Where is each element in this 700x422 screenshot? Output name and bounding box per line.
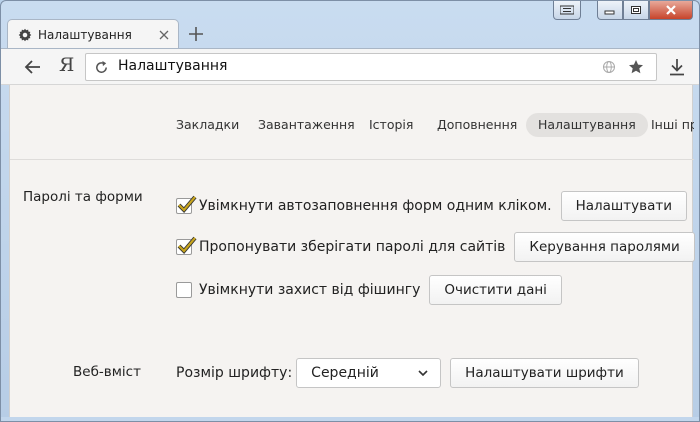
clear-data-button[interactable]: Очистити дані: [429, 275, 562, 305]
yandex-logo[interactable]: Я: [59, 54, 74, 76]
back-arrow-icon[interactable]: [23, 57, 43, 77]
font-size-value: Середній: [311, 365, 379, 381]
save-passwords-row: Пропонувати зберігати паролі для сайтів …: [176, 232, 695, 262]
settings-nav: Закладки Завантаження Історія Доповнення…: [10, 113, 694, 139]
font-size-label: Розмір шрифту:: [176, 365, 293, 381]
phishing-checkbox[interactable]: [176, 282, 192, 298]
font-size-select[interactable]: Середній: [296, 358, 442, 388]
nav-item-settings[interactable]: Налаштування: [526, 113, 648, 137]
nav-item-history[interactable]: Історія: [357, 113, 425, 137]
autofill-settings-button[interactable]: Налаштувати: [560, 191, 687, 221]
download-icon[interactable]: [667, 57, 687, 77]
section-heading-passwords: Паролі та форми: [23, 189, 143, 205]
maximize-icon: [631, 6, 641, 14]
window-bottom-edge: [1, 417, 699, 421]
save-passwords-checkbox[interactable]: [176, 236, 197, 255]
globe-icon[interactable]: [602, 60, 616, 74]
font-size-row: Розмір шрифту: Середній Налаштувати шриф…: [176, 358, 639, 388]
bookmark-star-icon[interactable]: [628, 59, 644, 75]
toolbar: Я Налаштування: [1, 48, 699, 85]
checkmark-icon: [177, 236, 197, 254]
tab-title: Налаштування: [38, 27, 132, 42]
gear-icon: [18, 28, 32, 41]
autofill-row: Увімкнути автозаповнення форм одним клік…: [176, 191, 687, 221]
chevron-down-icon: [418, 370, 428, 376]
nav-item-other[interactable]: Інші пр: [639, 113, 694, 137]
address-bar[interactable]: Налаштування: [85, 53, 657, 81]
nav-item-extensions[interactable]: Доповнення: [425, 113, 529, 137]
menu-icon: [560, 5, 574, 15]
nav-item-bookmarks[interactable]: Закладки: [164, 113, 251, 137]
close-window-button[interactable]: [649, 1, 693, 20]
checkmark-icon: [177, 195, 197, 213]
minimize-button[interactable]: [597, 1, 623, 20]
close-icon: [666, 5, 676, 15]
reload-icon[interactable]: [94, 60, 109, 75]
settings-page: Закладки Завантаження Історія Доповнення…: [9, 85, 695, 417]
tab-settings[interactable]: Налаштування: [7, 19, 179, 49]
window-caption-buttons: [553, 1, 693, 21]
customize-fonts-button[interactable]: Налаштувати шрифти: [450, 358, 639, 388]
browser-menu-button[interactable]: [553, 1, 581, 20]
nav-item-downloads[interactable]: Завантаження: [246, 113, 367, 137]
autofill-label[interactable]: Увімкнути автозаповнення форм одним клік…: [199, 198, 552, 214]
phishing-row: Увімкнути захист від фішингу Очистити да…: [176, 275, 562, 305]
new-tab-icon[interactable]: [187, 25, 205, 43]
nav-divider: [10, 159, 694, 160]
phishing-label[interactable]: Увімкнути захист від фішингу: [199, 282, 420, 298]
save-passwords-label[interactable]: Пропонувати зберігати паролі для сайтів: [199, 239, 505, 255]
minimize-icon: [604, 10, 615, 15]
address-text[interactable]: Налаштування: [118, 58, 227, 74]
section-heading-web-content: Веб-вміст: [73, 364, 141, 380]
maximize-button[interactable]: [623, 1, 649, 20]
browser-window: Налаштування Я Налаштування Закладки Зав…: [0, 0, 700, 422]
autofill-checkbox[interactable]: [176, 195, 197, 214]
manage-passwords-button[interactable]: Керування паролями: [514, 232, 695, 262]
close-tab-icon[interactable]: [158, 29, 170, 41]
